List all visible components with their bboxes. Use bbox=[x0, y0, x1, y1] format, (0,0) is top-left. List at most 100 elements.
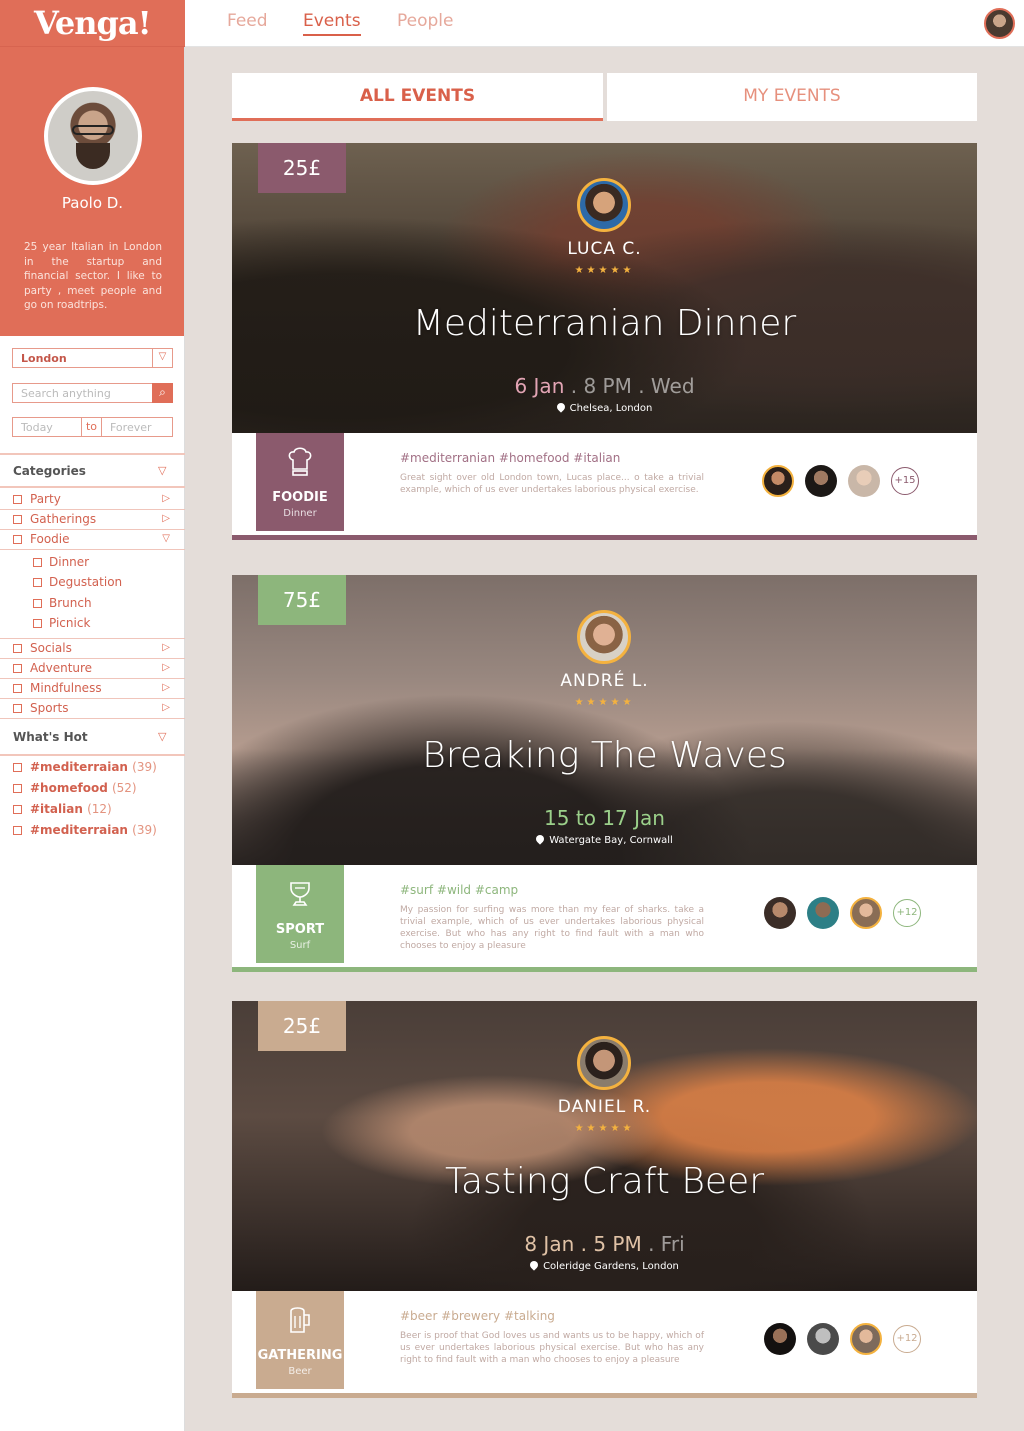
host-avatar[interactable] bbox=[577, 610, 631, 664]
checkbox[interactable] bbox=[13, 644, 22, 653]
checkbox[interactable] bbox=[13, 515, 22, 524]
hot-tag[interactable]: #italian (12) bbox=[13, 802, 112, 816]
date-from-input[interactable]: Today bbox=[21, 421, 53, 434]
attendee-avatar[interactable] bbox=[764, 1323, 796, 1355]
date-until-input[interactable]: Forever bbox=[110, 421, 152, 434]
event-photo[interactable]: 25£ DANIEL R. ★★★★★ Tasting Craft Beer 8… bbox=[232, 1001, 977, 1291]
host-avatar[interactable] bbox=[577, 1036, 631, 1090]
date-range[interactable]: Today to Forever bbox=[12, 417, 173, 437]
search-input[interactable]: Search anything ⌕ bbox=[12, 383, 173, 403]
event-price: 25£ bbox=[258, 143, 346, 193]
hot-tag[interactable]: #mediterraian (39) bbox=[13, 760, 157, 774]
category-badge[interactable]: FOODIE Dinner bbox=[256, 433, 344, 531]
dropdown-icon[interactable]: ▽ bbox=[152, 348, 172, 368]
caret-down-icon[interactable]: ▽ bbox=[158, 464, 166, 477]
subcategory-dinner[interactable]: Dinner bbox=[33, 555, 89, 569]
caret-right-icon[interactable]: ▷ bbox=[162, 699, 170, 717]
event-tags[interactable]: #surf #wild #camp bbox=[400, 883, 518, 897]
event-tags[interactable]: #mediterranian #homefood #italian bbox=[400, 451, 620, 465]
profile-avatar[interactable] bbox=[44, 87, 142, 185]
host-name[interactable]: LUCA C. bbox=[232, 239, 977, 259]
tab-my-events[interactable]: MY EVENTS bbox=[607, 73, 977, 121]
category-badge[interactable]: GATHERING Beer bbox=[256, 1291, 344, 1389]
caret-right-icon[interactable]: ▷ bbox=[162, 679, 170, 697]
event-date: 8 Jan . 5 PM . Fri bbox=[232, 1232, 977, 1256]
subcategory-picnick[interactable]: Picnick bbox=[33, 616, 90, 630]
checkbox[interactable] bbox=[13, 684, 22, 693]
caret-down-icon[interactable]: ▽ bbox=[158, 730, 166, 743]
profile-name: Paolo D. bbox=[61, 194, 124, 212]
checkbox[interactable] bbox=[33, 619, 42, 628]
nav-people[interactable]: People bbox=[397, 11, 453, 31]
attendee-avatar[interactable] bbox=[805, 465, 837, 497]
subcategory-degustation[interactable]: Degustation bbox=[33, 575, 122, 589]
host-name[interactable]: DANIEL R. bbox=[232, 1097, 977, 1117]
attendee-avatar[interactable] bbox=[807, 897, 839, 929]
event-title[interactable]: Breaking The Waves bbox=[232, 735, 977, 776]
hot-tag-count: (39) bbox=[132, 823, 157, 837]
attendee-avatar[interactable] bbox=[850, 897, 882, 929]
checkbox[interactable] bbox=[13, 535, 22, 544]
event-title[interactable]: Mediterranian Dinner bbox=[232, 303, 977, 344]
more-attendees-count[interactable]: +12 bbox=[893, 899, 921, 927]
event-info: GATHERING Beer #beer #brewery #talking B… bbox=[232, 1291, 977, 1393]
event-date: 6 Jan . 8 PM . Wed bbox=[232, 374, 977, 398]
event-photo[interactable]: 75£ ANDRÉ L. ★★★★★ Breaking The Waves 15… bbox=[232, 575, 977, 865]
category-adventure[interactable]: Adventure ▷ bbox=[13, 659, 173, 677]
caret-right-icon[interactable]: ▷ bbox=[162, 639, 170, 657]
subcategory-label: Dinner bbox=[49, 555, 90, 569]
hot-tag[interactable]: #homefood (52) bbox=[13, 781, 137, 795]
attendee-avatar[interactable] bbox=[850, 1323, 882, 1355]
attendee-avatar[interactable] bbox=[762, 465, 794, 497]
checkbox[interactable] bbox=[33, 558, 42, 567]
event-title[interactable]: Tasting Craft Beer bbox=[232, 1161, 977, 1202]
checkbox[interactable] bbox=[13, 704, 22, 713]
attendee-avatar[interactable] bbox=[807, 1323, 839, 1355]
user-avatar[interactable] bbox=[984, 8, 1015, 39]
checkbox[interactable] bbox=[13, 826, 22, 835]
more-attendees-count[interactable]: +12 bbox=[893, 1325, 921, 1353]
nav-feed[interactable]: Feed bbox=[227, 11, 268, 31]
event-location-text: Chelsea, London bbox=[569, 403, 653, 414]
brand-logo[interactable]: Venga! bbox=[0, 0, 185, 47]
category-sports[interactable]: Sports ▷ bbox=[13, 699, 173, 717]
event-info: SPORT Surf #surf #wild #camp My passion … bbox=[232, 865, 977, 967]
nav-events[interactable]: Events bbox=[303, 11, 361, 36]
tab-all-events[interactable]: ALL EVENTS bbox=[232, 73, 603, 121]
caret-down-icon[interactable]: ▽ bbox=[162, 530, 170, 548]
host-avatar[interactable] bbox=[577, 178, 631, 232]
checkbox[interactable] bbox=[33, 578, 42, 587]
category-party[interactable]: Party ▷ bbox=[13, 490, 173, 508]
checkbox[interactable] bbox=[13, 664, 22, 673]
categories-title[interactable]: Categories bbox=[13, 464, 86, 478]
event-tags[interactable]: #beer #brewery #talking bbox=[400, 1309, 555, 1323]
checkbox[interactable] bbox=[33, 599, 42, 608]
attendee-avatar[interactable] bbox=[848, 465, 880, 497]
caret-right-icon[interactable]: ▷ bbox=[162, 659, 170, 677]
more-attendees-count[interactable]: +15 bbox=[891, 467, 919, 495]
caret-right-icon[interactable]: ▷ bbox=[162, 510, 170, 528]
checkbox[interactable] bbox=[13, 805, 22, 814]
category-foodie[interactable]: Foodie ▽ bbox=[13, 530, 173, 548]
hot-tag[interactable]: #mediterraian (39) bbox=[13, 823, 157, 837]
whats-hot-title[interactable]: What's Hot bbox=[13, 730, 88, 744]
checkbox[interactable] bbox=[13, 784, 22, 793]
category-mindfulness[interactable]: Mindfulness ▷ bbox=[13, 679, 173, 697]
checkbox[interactable] bbox=[13, 763, 22, 772]
location-select[interactable]: London ▽ bbox=[12, 348, 173, 368]
event-photo[interactable]: 25£ LUCA C. ★★★★★ Mediterranian Dinner 6… bbox=[232, 143, 977, 433]
event-date-main: 8 Jan . 5 PM bbox=[524, 1232, 642, 1256]
trophy-icon bbox=[290, 882, 310, 906]
checkbox[interactable] bbox=[13, 495, 22, 504]
location-pin-icon bbox=[534, 833, 546, 845]
category-name: FOODIE bbox=[272, 490, 328, 505]
caret-right-icon[interactable]: ▷ bbox=[162, 490, 170, 508]
location-pin-icon bbox=[554, 401, 567, 413]
attendee-avatar[interactable] bbox=[764, 897, 796, 929]
search-icon[interactable]: ⌕ bbox=[152, 383, 173, 403]
category-socials[interactable]: Socials ▷ bbox=[13, 639, 173, 657]
category-badge[interactable]: SPORT Surf bbox=[256, 865, 344, 963]
subcategory-brunch[interactable]: Brunch bbox=[33, 596, 92, 610]
host-name[interactable]: ANDRÉ L. bbox=[232, 671, 977, 691]
category-gatherings[interactable]: Gatherings ▷ bbox=[13, 510, 173, 528]
